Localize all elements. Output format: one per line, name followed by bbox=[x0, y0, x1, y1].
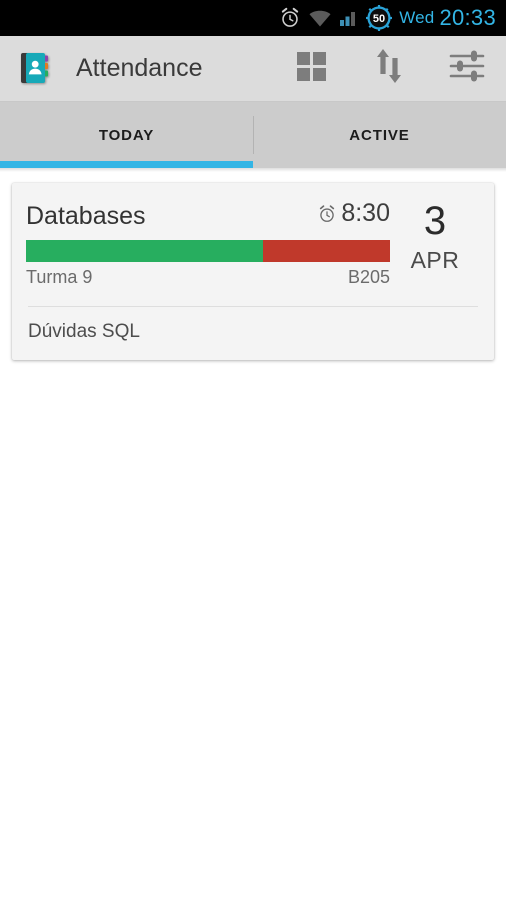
content-area: Databases 8:30 Turma 9 B205 3 APR Dúvida… bbox=[0, 172, 506, 900]
event-card[interactable]: Databases 8:30 Turma 9 B205 3 APR Dúvida… bbox=[12, 183, 494, 360]
room-label: B205 bbox=[347, 267, 390, 287]
event-card-details: Databases 8:30 Turma 9 B205 bbox=[26, 199, 390, 288]
page-title: Attendance bbox=[76, 54, 203, 82]
progress-segment-present bbox=[26, 240, 263, 262]
progress-segment-absent bbox=[262, 240, 390, 262]
date-day: 3 bbox=[423, 199, 447, 243]
tab-today[interactable]: TODAY bbox=[0, 102, 253, 168]
tab-active-label: ACTIVE bbox=[349, 126, 410, 144]
signal-icon bbox=[339, 9, 359, 27]
action-bar-actions bbox=[272, 36, 506, 101]
event-note: Dúvidas SQL bbox=[28, 321, 140, 342]
class-group-label: Turma 9 bbox=[26, 267, 93, 287]
tab-bar: TODAY ACTIVE bbox=[0, 102, 506, 168]
action-bar: Attendance bbox=[0, 36, 506, 102]
grid-view-icon bbox=[294, 49, 328, 88]
grid-view-button[interactable] bbox=[272, 36, 350, 102]
attendance-progress-bar bbox=[26, 240, 390, 262]
wifi-icon bbox=[308, 8, 332, 28]
battery-level-text: 50 bbox=[373, 13, 385, 25]
alarm-icon bbox=[279, 7, 301, 29]
tab-today-label: TODAY bbox=[98, 126, 155, 144]
attendance-book-icon bbox=[18, 49, 60, 89]
event-meta-row: Turma 9 B205 bbox=[26, 267, 390, 288]
filter-button[interactable] bbox=[428, 36, 506, 102]
event-time: 8:30 bbox=[317, 199, 390, 228]
tab-active[interactable]: ACTIVE bbox=[253, 102, 506, 168]
battery-icon: 50 bbox=[366, 5, 393, 31]
status-bar: 50 Wed 20:33 bbox=[0, 0, 506, 36]
event-card-header: Databases 8:30 bbox=[26, 199, 390, 230]
sort-button[interactable] bbox=[350, 36, 428, 102]
tab-selection-indicator bbox=[0, 161, 253, 168]
event-time-text: 8:30 bbox=[341, 199, 390, 227]
status-clock: 20:33 bbox=[439, 5, 496, 30]
status-bar-icons: 50 bbox=[279, 5, 393, 31]
course-title: Databases bbox=[26, 201, 146, 230]
event-card-main: Databases 8:30 Turma 9 B205 3 APR bbox=[12, 183, 494, 288]
alarm-clock-icon bbox=[317, 204, 337, 224]
filter-sliders-icon bbox=[448, 49, 486, 88]
status-day: Wed bbox=[399, 8, 435, 27]
sort-arrows-icon bbox=[372, 47, 406, 90]
date-month: APR bbox=[410, 247, 460, 273]
event-date-block: 3 APR bbox=[390, 199, 480, 288]
